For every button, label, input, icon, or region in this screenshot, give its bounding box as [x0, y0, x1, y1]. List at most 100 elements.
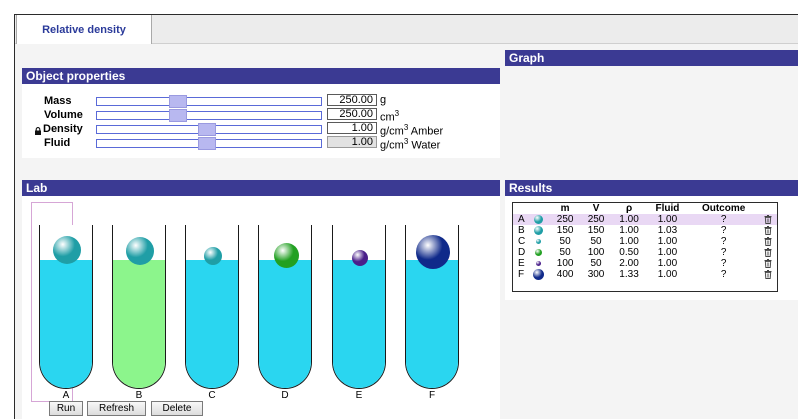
- col-v: V: [592, 203, 600, 214]
- trash-icon[interactable]: [764, 247, 772, 257]
- mass-unit: g: [380, 94, 387, 106]
- object-properties-body: Mass 250.00 g Volume 250.00 cm3 Density …: [22, 84, 500, 158]
- row-rho: 0.50: [619, 247, 639, 258]
- object-ball-e[interactable]: [352, 250, 368, 266]
- row-m: 400: [556, 269, 574, 281]
- row-m: 150: [556, 225, 574, 236]
- graph-header: Graph: [505, 50, 798, 66]
- refresh-button[interactable]: Refresh: [87, 401, 146, 416]
- tube-label: F: [428, 390, 436, 401]
- tube-label: A: [62, 390, 70, 401]
- table-row[interactable]: D 50 100 0.50 1.00?: [513, 247, 777, 258]
- results-table: m V ρ Fluid Outcome A 250 250 1.00 1.00? B 150…: [512, 202, 778, 292]
- row-delete[interactable]: [759, 247, 777, 258]
- row-m: 100: [556, 258, 574, 269]
- density-input[interactable]: 1.00: [327, 122, 377, 134]
- run-button[interactable]: Run: [49, 401, 83, 416]
- delete-button[interactable]: Delete: [151, 401, 203, 416]
- row-dot: [527, 236, 549, 247]
- row-dot: [527, 258, 549, 269]
- row-m: 50: [559, 247, 571, 258]
- row-delete[interactable]: [759, 236, 777, 247]
- mass-slider-thumb[interactable]: [169, 95, 187, 108]
- row-outcome: ?: [720, 236, 727, 247]
- row-id: D: [518, 247, 526, 258]
- row-id: B: [518, 225, 525, 236]
- row-delete[interactable]: [759, 225, 777, 236]
- col-dot: [527, 203, 549, 214]
- fluid-unit: g/cm3 Water: [380, 137, 441, 152]
- fluid-fill: [40, 260, 92, 388]
- row-v: 250: [580, 214, 612, 225]
- volume-slider-thumb[interactable]: [169, 109, 187, 122]
- row-id: E: [518, 258, 525, 269]
- graph-title: Graph: [509, 51, 545, 65]
- row-dot: [527, 225, 549, 236]
- density-slider[interactable]: [96, 123, 322, 136]
- trash-icon[interactable]: [764, 214, 772, 224]
- fluid-fill: [333, 260, 385, 388]
- table-row[interactable]: C 50 50 1.00 1.00?: [513, 236, 777, 247]
- trash-icon[interactable]: [764, 269, 772, 279]
- fluid-fill: [406, 260, 458, 388]
- mass-label: Mass: [44, 95, 72, 107]
- row-dot: [527, 214, 550, 225]
- col-fluid: Fluid: [655, 203, 680, 214]
- mass-slider[interactable]: [96, 95, 322, 108]
- results-header: Results: [505, 180, 798, 196]
- row-m: 250: [549, 214, 581, 225]
- object-ball-d[interactable]: [273, 243, 299, 268]
- col-outcome: Outcome: [701, 203, 746, 214]
- row-rho: 1.00: [619, 236, 639, 247]
- density-slider-thumb[interactable]: [198, 123, 216, 136]
- row-id: A: [513, 214, 528, 225]
- table-row[interactable]: E 100 50 2.00 1.00?: [513, 258, 777, 269]
- object-ball-a[interactable]: [53, 236, 81, 264]
- fluid-slider-thumb[interactable]: [198, 137, 216, 150]
- lock-icon[interactable]: [34, 127, 42, 135]
- row-outcome: ?: [720, 225, 727, 236]
- row-fluid: 1.00: [657, 247, 678, 258]
- trash-icon[interactable]: [764, 236, 772, 246]
- object-properties-header: Object properties: [22, 68, 500, 84]
- fluid-slider[interactable]: [96, 137, 322, 150]
- row-v: 50: [590, 236, 602, 247]
- row-rho: 1.00: [619, 225, 639, 236]
- col-rho: ρ: [625, 203, 633, 214]
- row-rho: 1.33: [619, 269, 639, 281]
- object-dot-icon: [533, 214, 543, 224]
- row-outcome: ?: [720, 258, 727, 269]
- table-row[interactable]: A 250 250 1.00 1.00?: [513, 214, 777, 225]
- volume-label: Volume: [44, 109, 83, 121]
- trash-icon[interactable]: [764, 225, 772, 235]
- object-dot-icon: [535, 260, 541, 266]
- trash-icon[interactable]: [764, 258, 772, 268]
- mass-input[interactable]: 250.00: [327, 94, 377, 106]
- lab-title: Lab: [26, 181, 48, 195]
- lab-header: Lab: [22, 180, 500, 196]
- volume-slider[interactable]: [96, 109, 322, 122]
- volume-input[interactable]: 250.00: [327, 108, 377, 120]
- results-header-row: m V ρ Fluid Outcome: [513, 203, 777, 214]
- row-v: 300: [587, 269, 605, 281]
- col-delete: [759, 203, 777, 214]
- tube-label: D: [281, 390, 289, 401]
- fluid-fill: [113, 260, 165, 388]
- row-outcome: ?: [688, 214, 760, 225]
- object-ball-f[interactable]: [416, 235, 450, 269]
- row-delete[interactable]: [759, 258, 777, 269]
- fluid-input: 1.00: [327, 136, 377, 148]
- object-ball-c[interactable]: [204, 247, 222, 265]
- table-row[interactable]: B 150 150 1.00 1.03?: [513, 225, 777, 236]
- row-fluid: 1.00: [657, 258, 678, 269]
- row-delete[interactable]: [759, 269, 777, 280]
- row-id: F: [518, 269, 525, 281]
- object-ball-b[interactable]: [126, 237, 154, 265]
- row-outcome: ?: [720, 269, 727, 281]
- row-fluid: 1.03: [657, 225, 678, 236]
- row-dot: [527, 247, 549, 258]
- col-id: [513, 203, 527, 214]
- row-delete[interactable]: [759, 214, 777, 225]
- object-dot-icon: [534, 248, 542, 256]
- table-row[interactable]: F 400 300 1.33 1.00?: [513, 269, 777, 280]
